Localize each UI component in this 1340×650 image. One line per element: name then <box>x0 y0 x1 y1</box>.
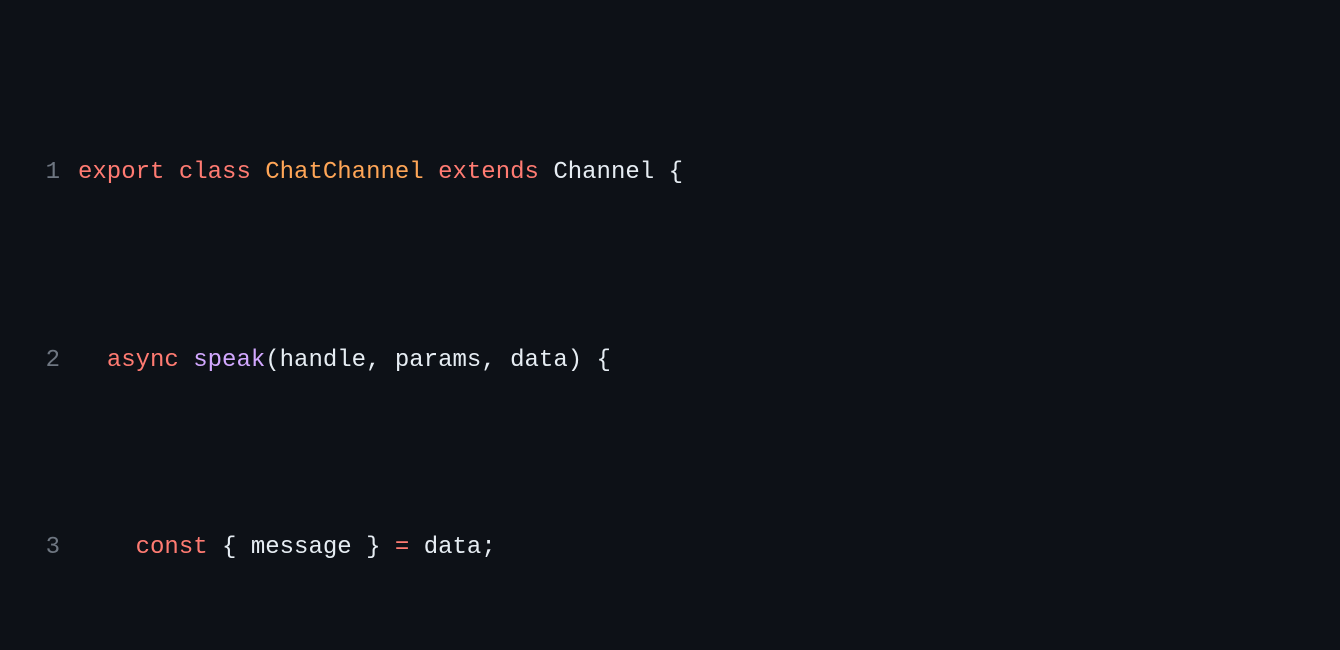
brace-open: { <box>669 159 683 186</box>
line-number: 1 <box>0 150 78 197</box>
keyword-async: async <box>107 347 179 374</box>
identifier-channel: Channel <box>553 159 654 186</box>
keyword-const: const <box>136 534 208 561</box>
keyword-export: export <box>78 159 164 186</box>
comma: , <box>366 347 380 374</box>
code-line: 2 async speak(handle, params, data) { <box>0 338 1340 385</box>
param-data: data <box>510 347 568 374</box>
line-number: 3 <box>0 525 78 572</box>
brace-close: } <box>366 534 380 561</box>
paren-open: ( <box>265 347 279 374</box>
brace-open: { <box>222 534 236 561</box>
semicolon: ; <box>481 534 495 561</box>
class-name: ChatChannel <box>265 159 423 186</box>
param-handle: handle <box>280 347 366 374</box>
code-content: async speak(handle, params, data) { <box>78 338 1340 385</box>
code-line: 3 const { message } = data; <box>0 525 1340 572</box>
line-number: 2 <box>0 338 78 385</box>
var-message: message <box>251 534 352 561</box>
method-speak: speak <box>193 347 265 374</box>
keyword-class: class <box>179 159 251 186</box>
code-content: export class ChatChannel extends Channel… <box>78 150 1340 197</box>
comma: , <box>481 347 495 374</box>
paren-close: ) <box>568 347 582 374</box>
keyword-extends: extends <box>438 159 539 186</box>
code-content: const { message } = data; <box>78 525 1340 572</box>
param-params: params <box>395 347 481 374</box>
identifier-data: data <box>424 534 482 561</box>
code-line: 1 export class ChatChannel extends Chann… <box>0 150 1340 197</box>
operator-eq: = <box>395 534 409 561</box>
code-block: 1 export class ChatChannel extends Chann… <box>0 0 1340 650</box>
brace-open: { <box>597 347 611 374</box>
